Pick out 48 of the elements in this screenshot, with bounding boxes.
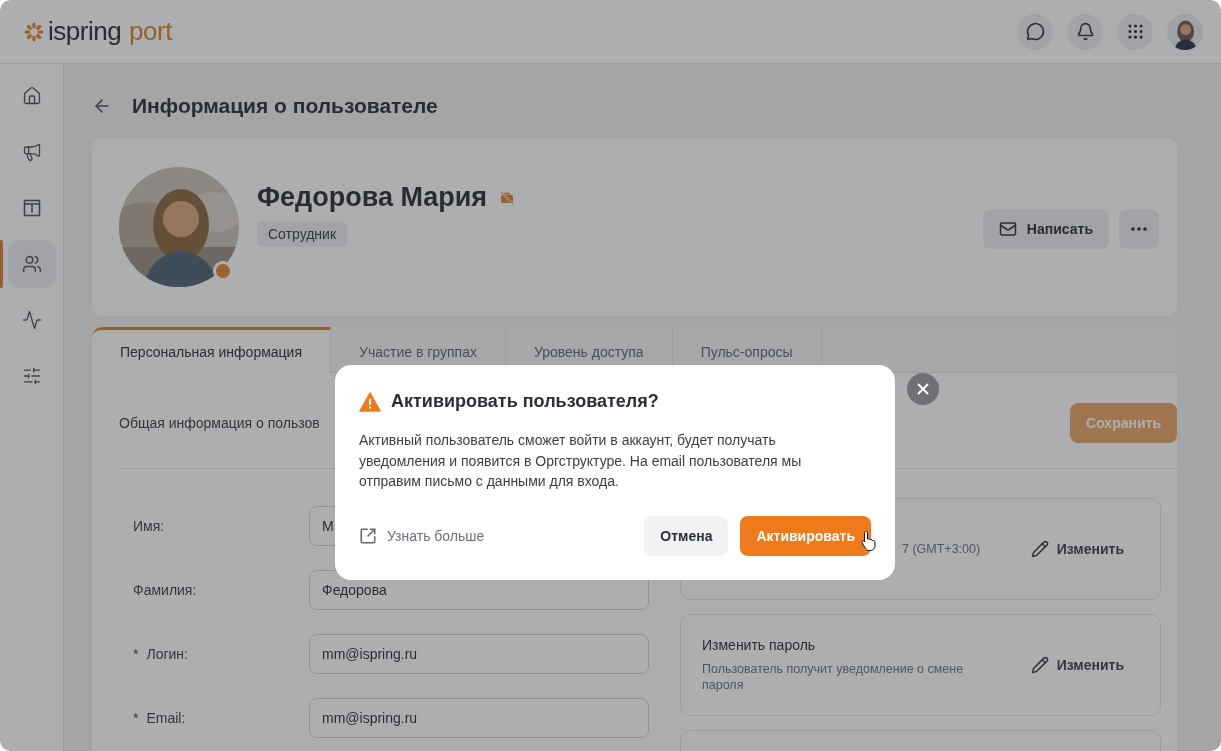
edit-button[interactable]: Изменить xyxy=(1030,656,1124,674)
bell-icon xyxy=(1075,22,1095,41)
more-button[interactable] xyxy=(1119,209,1159,249)
warning-icon xyxy=(359,391,381,412)
section-title: Общая информация о пользов xyxy=(119,415,320,431)
field-label: Имя: xyxy=(133,518,165,534)
cancel-button[interactable]: Отмена xyxy=(644,515,729,556)
dialog-text: Активный пользователь сможет войти в аккаунт, будет получать уведомления и появится в Оргструктуре. На email пользователя мы отправим письмо с данными для входа. xyxy=(359,431,803,491)
hand-cursor-icon xyxy=(861,529,877,552)
grid-icon xyxy=(1125,22,1145,41)
notifications-button[interactable] xyxy=(1067,13,1103,50)
input-field[interactable]: mm@ispring.ru xyxy=(309,634,649,674)
external-link-icon xyxy=(359,526,377,545)
pencil-icon xyxy=(1030,656,1049,674)
field-label: Email: xyxy=(146,710,186,726)
user-name: Федорова Мария xyxy=(257,182,488,213)
chat-icon xyxy=(1025,22,1045,41)
card-description: 7 (GMT+3:00) xyxy=(902,541,982,557)
logo-icon xyxy=(24,21,44,42)
edit-button[interactable]: Изменить xyxy=(1030,540,1124,558)
megaphone-icon xyxy=(21,142,42,162)
logo-text: port xyxy=(129,16,172,47)
card-title: Изменить пароль xyxy=(702,637,817,653)
dialog-title: Активировать пользователя? xyxy=(391,391,659,412)
briefcase-off-icon xyxy=(499,189,516,206)
active-indicator xyxy=(0,240,3,288)
more-icon xyxy=(1131,227,1147,231)
field-label: Логин: xyxy=(146,646,188,662)
card-description: Пользователь получит уведомление о смене пароля xyxy=(702,661,965,693)
message-button[interactable]: Написать xyxy=(982,209,1109,249)
tab[interactable]: Персональная информация xyxy=(92,327,332,373)
settings-icon xyxy=(21,366,42,386)
logo-text: ispring xyxy=(48,16,122,47)
chat-button[interactable] xyxy=(1017,13,1053,50)
pencil-icon xyxy=(1030,540,1049,558)
required-mark: * xyxy=(133,710,139,726)
apps-button[interactable] xyxy=(1117,13,1153,50)
learn-more-link[interactable]: Узнать больше xyxy=(387,527,485,544)
info-board-icon xyxy=(21,198,42,218)
mail-icon xyxy=(998,220,1017,238)
home-icon xyxy=(21,86,42,106)
input-field[interactable]: mm@ispring.ru xyxy=(309,698,649,738)
required-mark: * xyxy=(133,646,139,662)
page-title: Информация о пользователе xyxy=(132,94,438,118)
pulse-icon xyxy=(21,310,42,330)
field-label: Фамилия: xyxy=(133,582,197,598)
users-icon xyxy=(21,254,42,274)
role-tag: Сотрудник xyxy=(257,221,347,247)
